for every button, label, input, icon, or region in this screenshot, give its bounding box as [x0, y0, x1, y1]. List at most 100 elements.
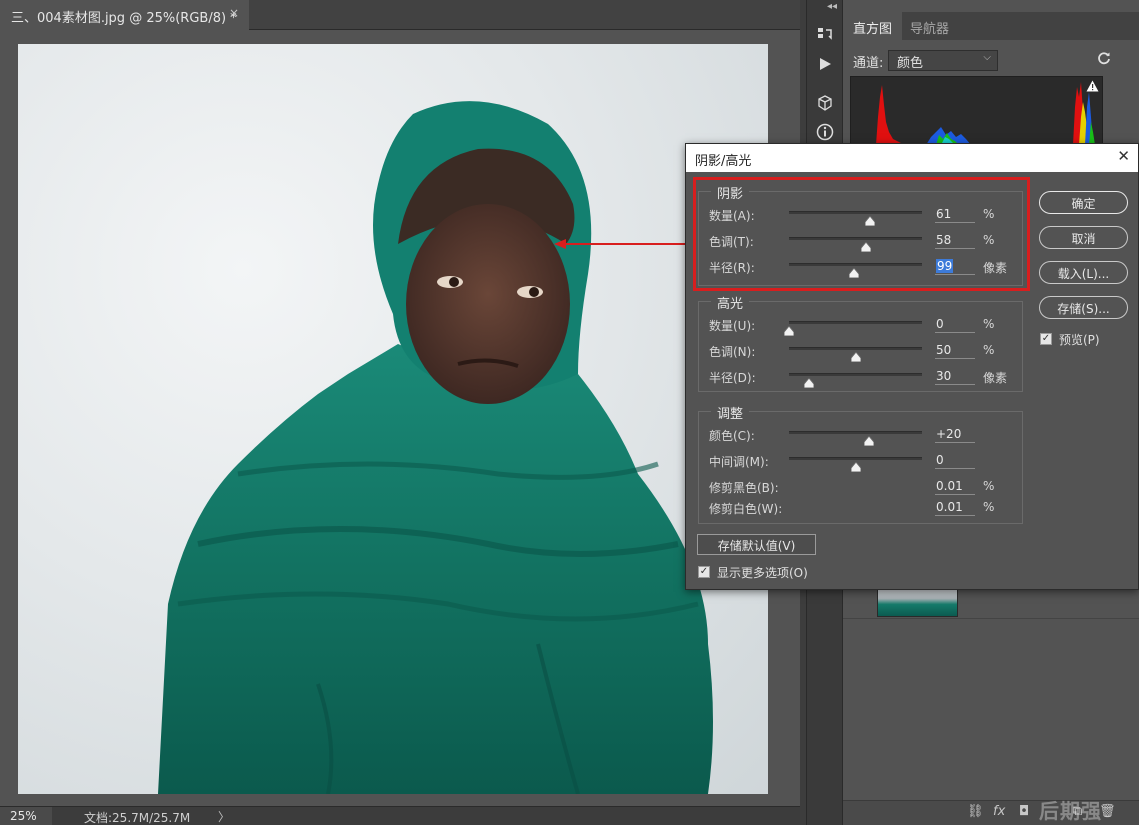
refresh-icon[interactable]	[1097, 50, 1111, 69]
shadows-amount-unit: %	[983, 207, 995, 221]
midtone-label: 中间调(M):	[709, 455, 769, 469]
highlights-amount-slider[interactable]	[789, 321, 922, 324]
ok-button[interactable]: 确定	[1039, 191, 1128, 214]
warning-icon[interactable]	[1086, 80, 1099, 92]
highlights-radius-unit: 像素	[983, 371, 1008, 385]
play-actions-icon[interactable]	[812, 51, 838, 77]
histogram-graph	[850, 76, 1103, 146]
shadows-tone-slider[interactable]	[789, 237, 922, 240]
adjustments-group-title: 调整	[711, 403, 750, 422]
color-row: 颜色(C): +20	[699, 425, 1024, 446]
highlights-amount-row: 数量(U): 0 %	[699, 315, 1024, 336]
clip-black-unit: %	[983, 479, 995, 493]
canvas-area[interactable]	[0, 31, 800, 806]
tab-navigator[interactable]: 导航器	[900, 12, 959, 40]
dialog-title: 阴影/高光	[695, 154, 752, 169]
shadows-radius-value: 99	[936, 259, 954, 273]
highlights-tone-input[interactable]: 50	[935, 343, 975, 359]
load-button[interactable]: 载入(L)...	[1039, 261, 1128, 284]
clip-white-unit: %	[983, 500, 995, 514]
highlights-radius-slider-knob[interactable]	[803, 378, 814, 388]
document-tabbar: 三、004素材图.jpg @ 25%(RGB/8) * ×	[0, 0, 800, 30]
save-defaults-button[interactable]: 存储默认值(V)	[697, 534, 816, 555]
clip-white-label: 修剪白色(W):	[709, 502, 783, 516]
midtone-slider[interactable]	[789, 457, 922, 460]
photo-canvas[interactable]	[18, 44, 768, 794]
highlights-tone-slider[interactable]	[789, 347, 922, 350]
history-icon[interactable]	[812, 22, 838, 48]
color-slider-knob[interactable]	[863, 436, 874, 446]
shadows-tone-row: 色调(T): 58 %	[699, 231, 1024, 252]
preview-label: 预览(P)	[1059, 333, 1100, 347]
highlights-group-title: 高光	[711, 293, 750, 312]
highlights-radius-slider[interactable]	[789, 373, 922, 376]
highlights-amount-unit: %	[983, 317, 995, 331]
shadows-group: 阴影 数量(A): 61 % 色调(T): 58 % 半径(R): 99 像素	[698, 183, 1024, 286]
panel-bottom-bar: ⛓ fx ◘ ⧉ 🗑 后期强	[843, 799, 1139, 825]
highlights-radius-label: 半径(D):	[709, 371, 756, 385]
add-mask-icon[interactable]: ◘	[1019, 804, 1029, 819]
layer-thumbnail[interactable]	[877, 586, 958, 617]
highlights-tone-row: 色调(N): 50 %	[699, 341, 1024, 362]
watermark-text: 后期强	[1039, 799, 1102, 823]
highlights-tone-unit: %	[983, 343, 995, 357]
color-input[interactable]: +20	[935, 427, 975, 443]
info-icon[interactable]	[812, 119, 838, 145]
more-options-checkbox[interactable]: ✓	[698, 566, 710, 578]
highlights-amount-slider-knob[interactable]	[784, 326, 794, 336]
clip-white-row: 修剪白色(W): 0.01 %	[699, 498, 1024, 518]
adjustments-group: 调整 颜色(C): +20 中间调(M): 0 修剪黑色(B): 0.01 % …	[698, 403, 1024, 524]
shadows-amount-slider[interactable]	[789, 211, 922, 214]
clip-black-label: 修剪黑色(B):	[709, 481, 779, 495]
document-tab[interactable]: 三、004素材图.jpg @ 25%(RGB/8) * ×	[0, 0, 249, 30]
color-label: 颜色(C):	[709, 429, 755, 443]
highlights-tone-label: 色调(N):	[709, 345, 756, 359]
shadows-amount-label: 数量(A):	[709, 209, 755, 223]
highlights-radius-input[interactable]: 30	[935, 369, 975, 385]
save-button[interactable]: 存储(S)...	[1039, 296, 1128, 319]
chevron-down-icon: ⌵	[983, 52, 991, 63]
dialog-titlebar[interactable]: 阴影/高光 ✕	[686, 144, 1138, 172]
collapse-panels-icon[interactable]: ◂◂	[827, 1, 837, 12]
highlights-group: 高光 数量(U): 0 % 色调(N): 50 % 半径(D): 30 像素	[698, 293, 1024, 392]
tab-histogram[interactable]: 直方图	[843, 12, 903, 40]
clip-white-input[interactable]: 0.01	[935, 500, 975, 516]
annotation-arrow	[554, 239, 692, 249]
shadows-amount-input[interactable]: 61	[935, 207, 975, 223]
highlights-tone-slider-knob[interactable]	[850, 352, 861, 362]
shadows-tone-input[interactable]: 58	[935, 233, 975, 249]
status-bar: 25% 文档:25.7M/25.7M 〉	[0, 806, 800, 825]
shadows-tone-unit: %	[983, 233, 995, 247]
fx-icon[interactable]: fx	[993, 804, 1005, 819]
shadows-radius-label: 半径(R):	[709, 261, 755, 275]
midtone-input[interactable]: 0	[935, 453, 975, 469]
highlights-amount-label: 数量(U):	[709, 319, 756, 333]
zoom-field[interactable]: 25%	[0, 807, 52, 825]
document-tab-title: 三、004素材图.jpg @ 25%(RGB/8) *	[11, 11, 237, 26]
color-slider[interactable]	[789, 431, 922, 434]
cancel-button[interactable]: 取消	[1039, 226, 1128, 249]
3d-cube-icon[interactable]	[812, 90, 838, 116]
midtone-slider-knob[interactable]	[850, 462, 861, 472]
channel-label: 通道:	[853, 56, 884, 71]
close-tab-icon[interactable]: ×	[229, 6, 239, 20]
highlights-amount-input[interactable]: 0	[935, 317, 975, 333]
status-menu-arrow[interactable]: 〉	[218, 808, 230, 825]
panel-tabs: 直方图 导航器	[843, 12, 1139, 40]
shadows-tone-slider-knob[interactable]	[861, 242, 872, 252]
shadows-radius-unit: 像素	[983, 261, 1008, 275]
preview-checkbox[interactable]: ✓	[1040, 333, 1052, 345]
shadows-amount-slider-knob[interactable]	[865, 216, 876, 226]
more-options-label: 显示更多选项(O)	[717, 566, 808, 580]
close-icon[interactable]: ✕	[1117, 147, 1130, 165]
shadows-radius-slider-knob[interactable]	[849, 268, 860, 278]
shadows-highlights-dialog: 阴影/高光 ✕ 阴影 数量(A): 61 % 色调(T): 58 % 半径(R)…	[685, 143, 1139, 590]
shadows-radius-input[interactable]: 99	[935, 259, 975, 275]
shadows-tone-label: 色调(T):	[709, 235, 754, 249]
highlights-radius-row: 半径(D): 30 像素	[699, 367, 1024, 388]
shadows-radius-row: 半径(R): 99 像素	[699, 257, 1024, 278]
clip-black-input[interactable]: 0.01	[935, 479, 975, 495]
channel-select[interactable]: 颜色 ⌵	[888, 50, 998, 71]
shadows-radius-slider[interactable]	[789, 263, 922, 266]
link-layers-icon[interactable]: ⛓	[967, 804, 984, 819]
